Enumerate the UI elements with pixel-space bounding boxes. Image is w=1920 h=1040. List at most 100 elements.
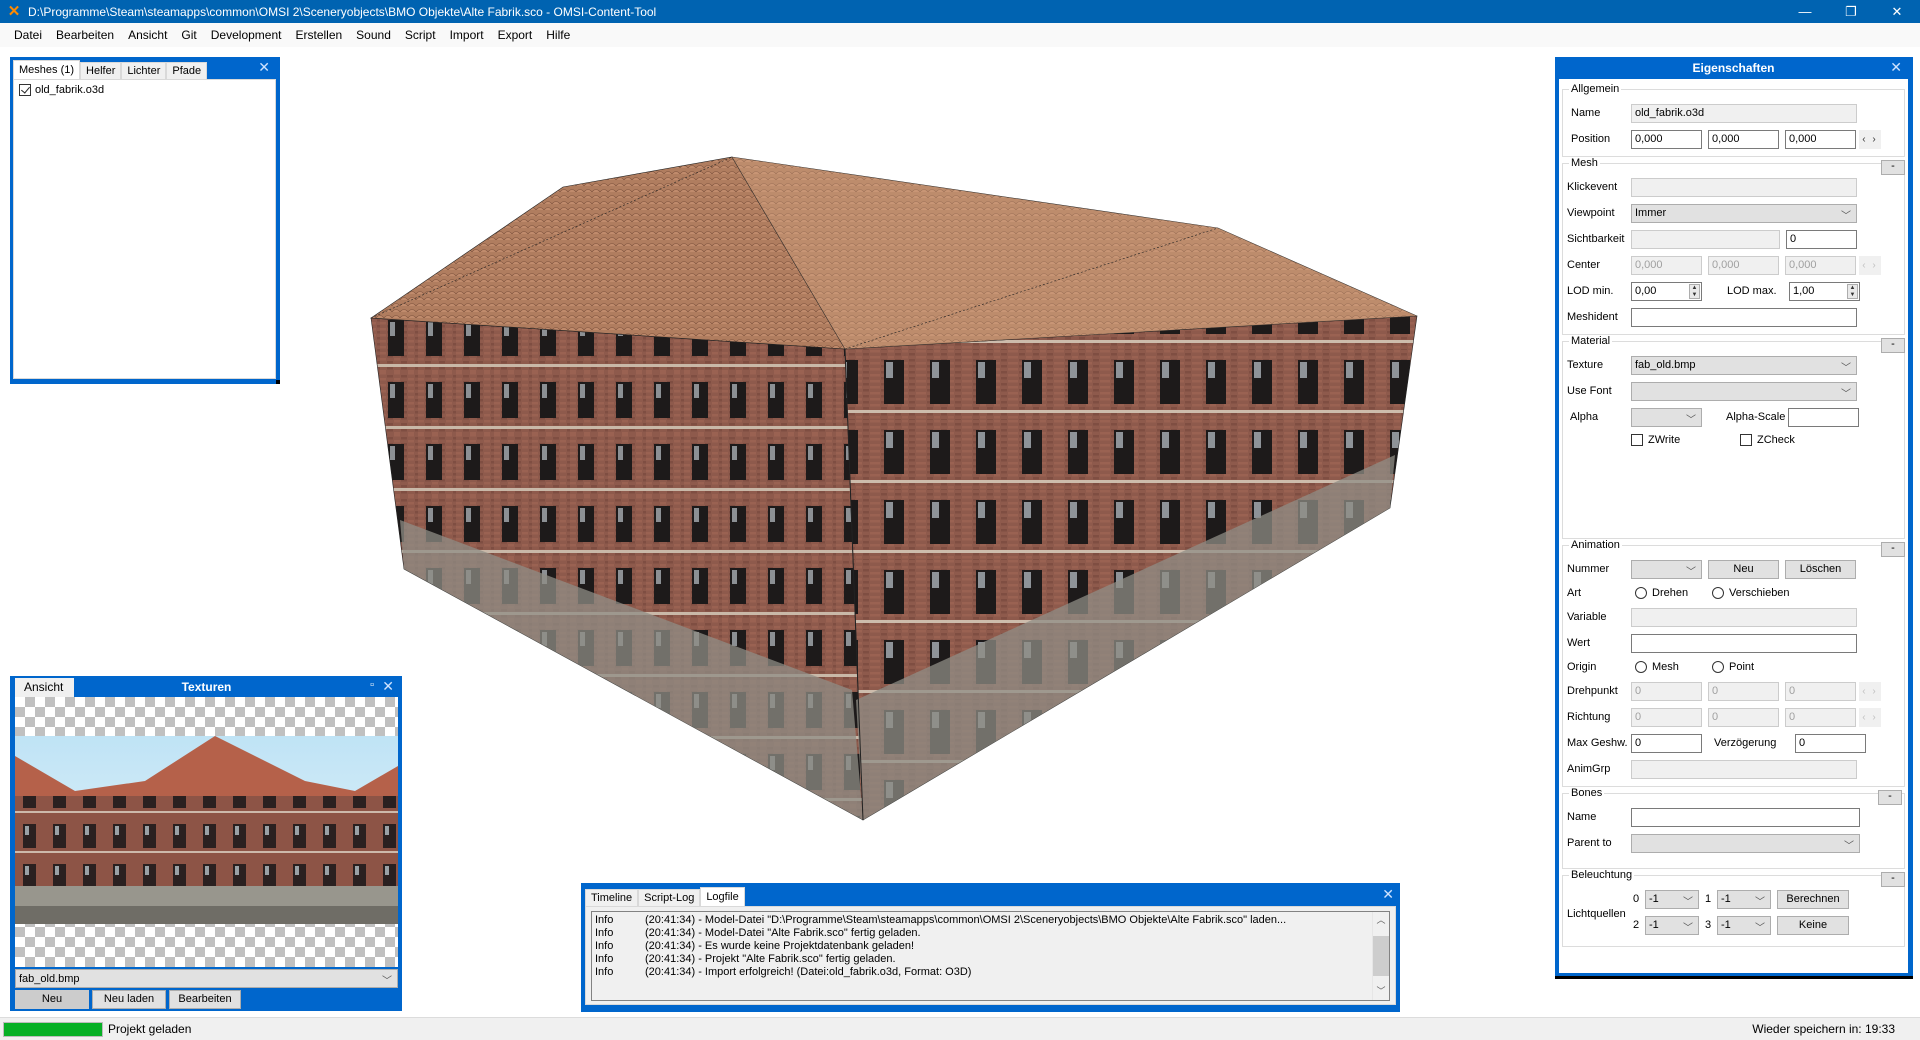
minimize-button[interactable]: — (1782, 0, 1828, 23)
menu-hilfe[interactable]: Hilfe (539, 23, 577, 47)
lodmin-stepper[interactable]: 0,00 ▲ ▼ (1631, 281, 1702, 301)
art-verschieben-label[interactable]: Verschieben (1729, 587, 1790, 599)
list-item[interactable]: old_fabrik.o3d (19, 84, 270, 96)
menu-datei[interactable]: Datei (7, 23, 49, 47)
viewpoint-select[interactable]: Immer ﹀ (1631, 203, 1857, 223)
menu-development[interactable]: Development (204, 23, 289, 47)
alphascale-field[interactable] (1788, 407, 1859, 427)
klickevent-field[interactable] (1631, 177, 1857, 197)
mesh-list: old_fabrik.o3d (13, 79, 276, 379)
variable-field[interactable] (1631, 607, 1857, 627)
edit-texture-button[interactable]: Bearbeiten (169, 990, 241, 1009)
zcheck-label[interactable]: ZCheck (1757, 434, 1795, 446)
reload-texture-button[interactable]: Neu laden (92, 990, 166, 1009)
collapse-animation-button[interactable]: - (1881, 542, 1905, 557)
bone-name-field[interactable] (1631, 807, 1860, 827)
art-drehen-radio[interactable] (1635, 587, 1647, 599)
spin-icon[interactable]: ▲ ▼ (1847, 283, 1858, 299)
menu-bearbeiten[interactable]: Bearbeiten (49, 23, 121, 47)
close-icon[interactable]: ✕ (258, 57, 270, 77)
mesh-visible-checkbox[interactable] (19, 84, 31, 96)
zwrite-label[interactable]: ZWrite (1648, 434, 1728, 446)
resize-grip[interactable] (276, 380, 280, 384)
collapse-material-button[interactable]: - (1881, 338, 1905, 353)
menu-git[interactable]: Git (174, 23, 203, 47)
animgrp-field[interactable] (1631, 759, 1857, 779)
wert-field[interactable] (1631, 633, 1857, 653)
tab-meshes[interactable]: Meshes (1) (13, 60, 81, 79)
new-texture-button[interactable]: Neu (15, 990, 89, 1009)
tab-lichter[interactable]: Lichter (121, 62, 167, 79)
position-arrows-icon[interactable]: ‹ › (1859, 129, 1881, 149)
origin-mesh-label[interactable]: Mesh (1652, 661, 1712, 673)
progress-bar (3, 1021, 103, 1037)
art-label: Art (1567, 587, 1582, 599)
menu-sound[interactable]: Sound (349, 23, 398, 47)
tab-timeline[interactable]: Timeline (585, 889, 639, 906)
position-x-field[interactable]: 0,000 (1631, 129, 1702, 149)
drehpunkt-label: Drehpunkt (1567, 685, 1618, 697)
position-z-field[interactable]: 0,000 (1785, 129, 1856, 149)
delete-animation-button[interactable]: Löschen (1785, 559, 1856, 579)
menu-export[interactable]: Export (491, 23, 540, 47)
origin-mesh-radio[interactable] (1635, 661, 1647, 673)
art-drehen-label[interactable]: Drehen (1652, 587, 1712, 599)
sichtbarkeit-field[interactable] (1631, 229, 1780, 249)
close-window-button[interactable]: ✕ (1874, 0, 1920, 23)
maxgeshw-field[interactable]: 0 (1631, 733, 1702, 753)
menu-import[interactable]: Import (443, 23, 491, 47)
float-icon[interactable]: ▫ (370, 679, 374, 691)
menu-script[interactable]: Script (398, 23, 443, 47)
properties-title: Eigenschaften (1692, 61, 1775, 75)
wert-label: Wert (1567, 637, 1591, 649)
collapse-mesh-button[interactable]: - (1881, 160, 1905, 175)
usefont-select[interactable]: ﹀ (1631, 381, 1857, 401)
art-verschieben-radio[interactable] (1712, 587, 1724, 599)
close-icon[interactable]: ✕ (382, 676, 394, 696)
collapse-beleuchtung-button[interactable]: - (1881, 872, 1905, 887)
mesh-name[interactable]: old_fabrik.o3d (35, 84, 104, 96)
richtung-label: Richtung (1567, 711, 1611, 723)
menu-ansicht[interactable]: Ansicht (121, 23, 174, 47)
meshident-field[interactable] (1631, 307, 1857, 327)
calculate-lights-button[interactable]: Berechnen (1777, 889, 1849, 909)
zwrite-checkbox[interactable] (1631, 434, 1643, 446)
nummer-select[interactable]: ﹀ (1631, 559, 1702, 579)
texture-label: Texture (1567, 359, 1604, 371)
scroll-thumb[interactable] (1373, 936, 1389, 976)
zcheck-checkbox[interactable] (1740, 434, 1752, 446)
tab-helfer[interactable]: Helfer (80, 62, 122, 79)
parent-to-select[interactable]: ﹀ (1631, 833, 1860, 853)
close-icon[interactable]: ✕ (1890, 57, 1902, 77)
restore-button[interactable]: ❐ (1828, 0, 1874, 23)
name-field[interactable]: old_fabrik.o3d (1631, 103, 1857, 123)
lodmax-stepper[interactable]: 1,00 ▲ ▼ (1789, 281, 1860, 301)
origin-point-label[interactable]: Point (1729, 661, 1754, 673)
light-slot-3-select[interactable]: -1 ﹀ (1717, 915, 1771, 935)
light-slot-1-select[interactable]: -1 ﹀ (1717, 889, 1771, 909)
log-scrollbar[interactable]: ︿ ﹀ (1372, 912, 1389, 1000)
origin-point-radio[interactable] (1712, 661, 1724, 673)
center-y-field: 0,000 (1708, 255, 1779, 275)
tab-pfade[interactable]: Pfade (166, 62, 208, 79)
scroll-down-icon[interactable]: ﹀ (1373, 983, 1389, 1000)
light-slot-0-select[interactable]: -1 ﹀ (1645, 889, 1699, 909)
no-lights-button[interactable]: Keine (1777, 915, 1849, 935)
verzoegerung-field[interactable]: 0 (1795, 733, 1866, 753)
menu-erstellen[interactable]: Erstellen (288, 23, 349, 47)
sichtbarkeit-number-field[interactable]: 0 (1786, 229, 1857, 249)
spin-icon[interactable]: ▲ ▼ (1689, 283, 1700, 299)
position-y-field[interactable]: 0,000 (1708, 129, 1779, 149)
texture-select[interactable]: fab_old.bmp ﹀ (15, 969, 398, 988)
alpha-select[interactable]: ﹀ (1631, 407, 1702, 427)
position-label: Position (1571, 133, 1611, 145)
collapse-bones-button[interactable]: - (1878, 790, 1902, 805)
new-animation-button[interactable]: Neu (1708, 559, 1779, 579)
light-slot-2-select[interactable]: -1 ﹀ (1645, 915, 1699, 935)
tab-logfile[interactable]: Logfile (700, 887, 745, 906)
klickevent-label: Klickevent (1567, 181, 1618, 193)
scroll-up-icon[interactable]: ︿ (1373, 912, 1389, 929)
close-icon[interactable]: ✕ (1382, 884, 1394, 904)
texture-select[interactable]: fab_old.bmp ﹀ (1631, 355, 1857, 375)
tab-script-log[interactable]: Script-Log (638, 889, 701, 906)
